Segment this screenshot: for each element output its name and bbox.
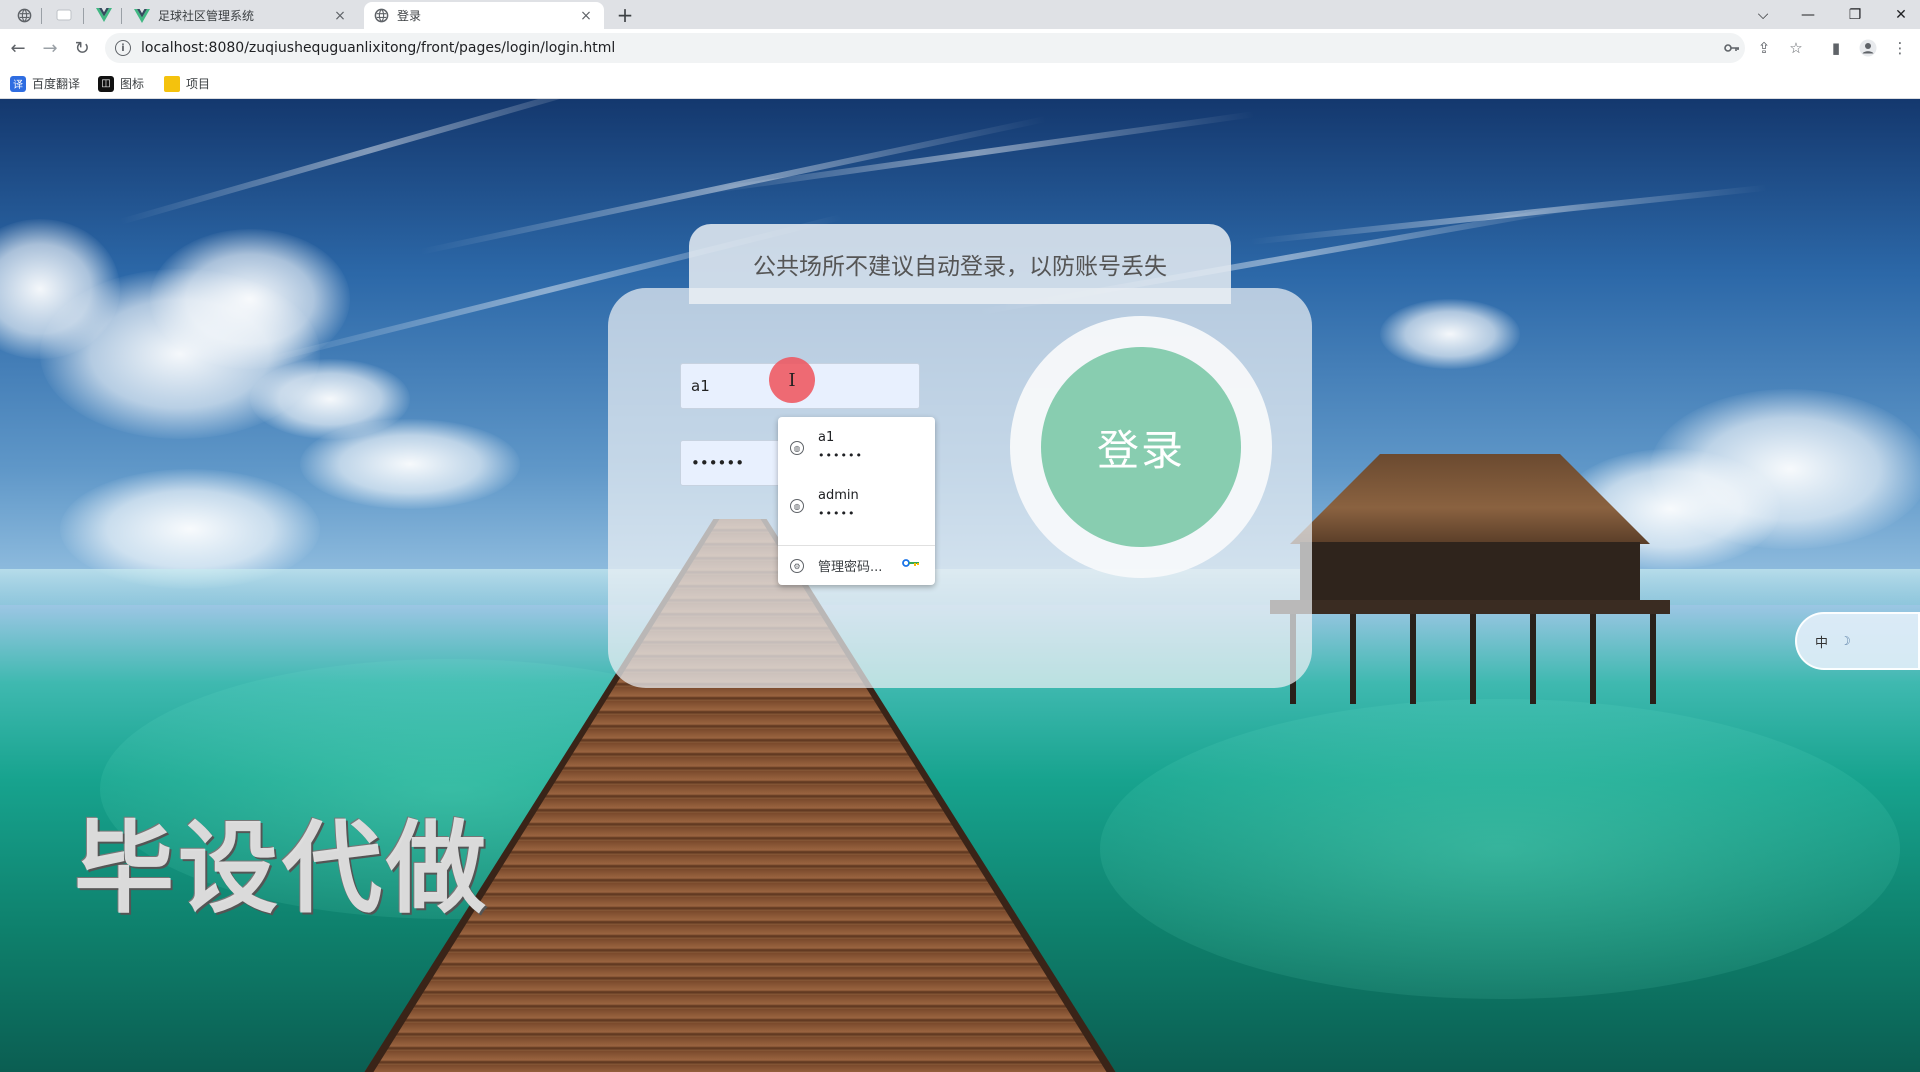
bookmark-baidu-translate[interactable]: 译 百度翻译 [10,75,80,92]
new-tab-button[interactable]: + [612,3,638,27]
login-button[interactable]: 登录 [1041,347,1241,547]
blank-page-icon [56,9,72,21]
autofill-dropdown: ◍ a1 •••••• ◍ admin ••••• ⚙ 管理密码... [778,417,935,585]
bookmark-label: 图标 [120,77,145,91]
key-icon[interactable] [1722,38,1742,58]
vue-icon [96,8,112,22]
autofill-username: admin [818,488,859,503]
pinned-tab-2[interactable] [44,2,84,28]
tab-close-icon[interactable]: × [578,8,594,24]
globe-icon: ◍ [790,499,804,513]
baidu-translate-icon: 译 [10,75,26,92]
menu-kebab-icon[interactable]: ⋮ [1890,38,1910,58]
bookmark-label: 项目 [186,77,211,91]
site-info-icon[interactable]: i [115,40,131,56]
iconfont-icon: ◫ [98,75,114,92]
address-bar[interactable]: i localhost:8080/zuqiushequguanlixitong/… [105,33,1745,63]
text-cursor-icon: I [769,357,815,403]
side-panel-icon[interactable]: ▮ [1826,38,1846,58]
globe-icon [17,8,31,22]
browser-toolbar: ← → ↻ i localhost:8080/zuqiushequguanlix… [0,29,1920,67]
autofill-username: a1 [818,430,835,445]
url-text: localhost:8080/zuqiushequguanlixitong/fr… [141,40,616,56]
restore-button[interactable]: ❐ [1832,0,1878,29]
tab-login[interactable]: 登录 × [364,2,604,29]
watermark-text: 毕设代做 [74,810,490,927]
moon-icon: ☽ [1840,634,1851,648]
reload-icon[interactable]: ↻ [68,34,96,62]
ime-toolbar[interactable]: 中 ☽ [1795,612,1920,670]
gear-icon: ⚙ [790,559,804,573]
autofill-password: ••••• [818,507,856,520]
pinned-tab-1[interactable] [6,2,42,28]
autofill-password: •••••• [818,449,863,462]
bookmark-label: 百度翻译 [32,77,81,91]
forward-icon[interactable]: → [36,34,64,62]
vue-icon [134,8,150,23]
bookmark-icons[interactable]: ◫ 图标 [98,75,144,92]
back-icon[interactable]: ← [4,34,32,62]
minimize-button[interactable]: — [1785,0,1831,29]
divider [778,545,935,546]
tab-title: 登录 [397,9,422,23]
tab-strip: 足球社区管理系统 × 登录 × + ⌵ — ❐ ✕ [0,0,1920,29]
globe-icon [374,8,389,23]
tab-close-icon[interactable]: × [332,8,348,24]
tab-search-icon[interactable]: ⌵ [1740,0,1786,29]
folder-icon [164,75,180,92]
autofill-suggestion-a1[interactable]: ◍ a1 •••••• [778,417,935,475]
pinned-tab-3[interactable] [86,2,122,28]
bookmark-folder-projects[interactable]: 项目 [164,75,210,92]
bookmarks-bar: 译 百度翻译 ◫ 图标 项目 [0,67,1920,99]
globe-icon: ◍ [790,441,804,455]
profile-avatar-icon[interactable] [1858,38,1878,58]
bookmark-star-icon[interactable]: ☆ [1786,38,1806,58]
manage-passwords-label: 管理密码... [818,560,883,575]
ime-mode-label: 中 [1815,635,1829,651]
tab-football-system[interactable]: 足球社区管理系统 × [124,2,358,29]
share-icon[interactable]: ⇪ [1754,38,1774,58]
close-window-button[interactable]: ✕ [1878,0,1920,29]
tab-title: 足球社区管理系统 [158,9,255,23]
password-key-icon [902,557,920,572]
autofill-suggestion-admin[interactable]: ◍ admin ••••• [778,475,935,533]
